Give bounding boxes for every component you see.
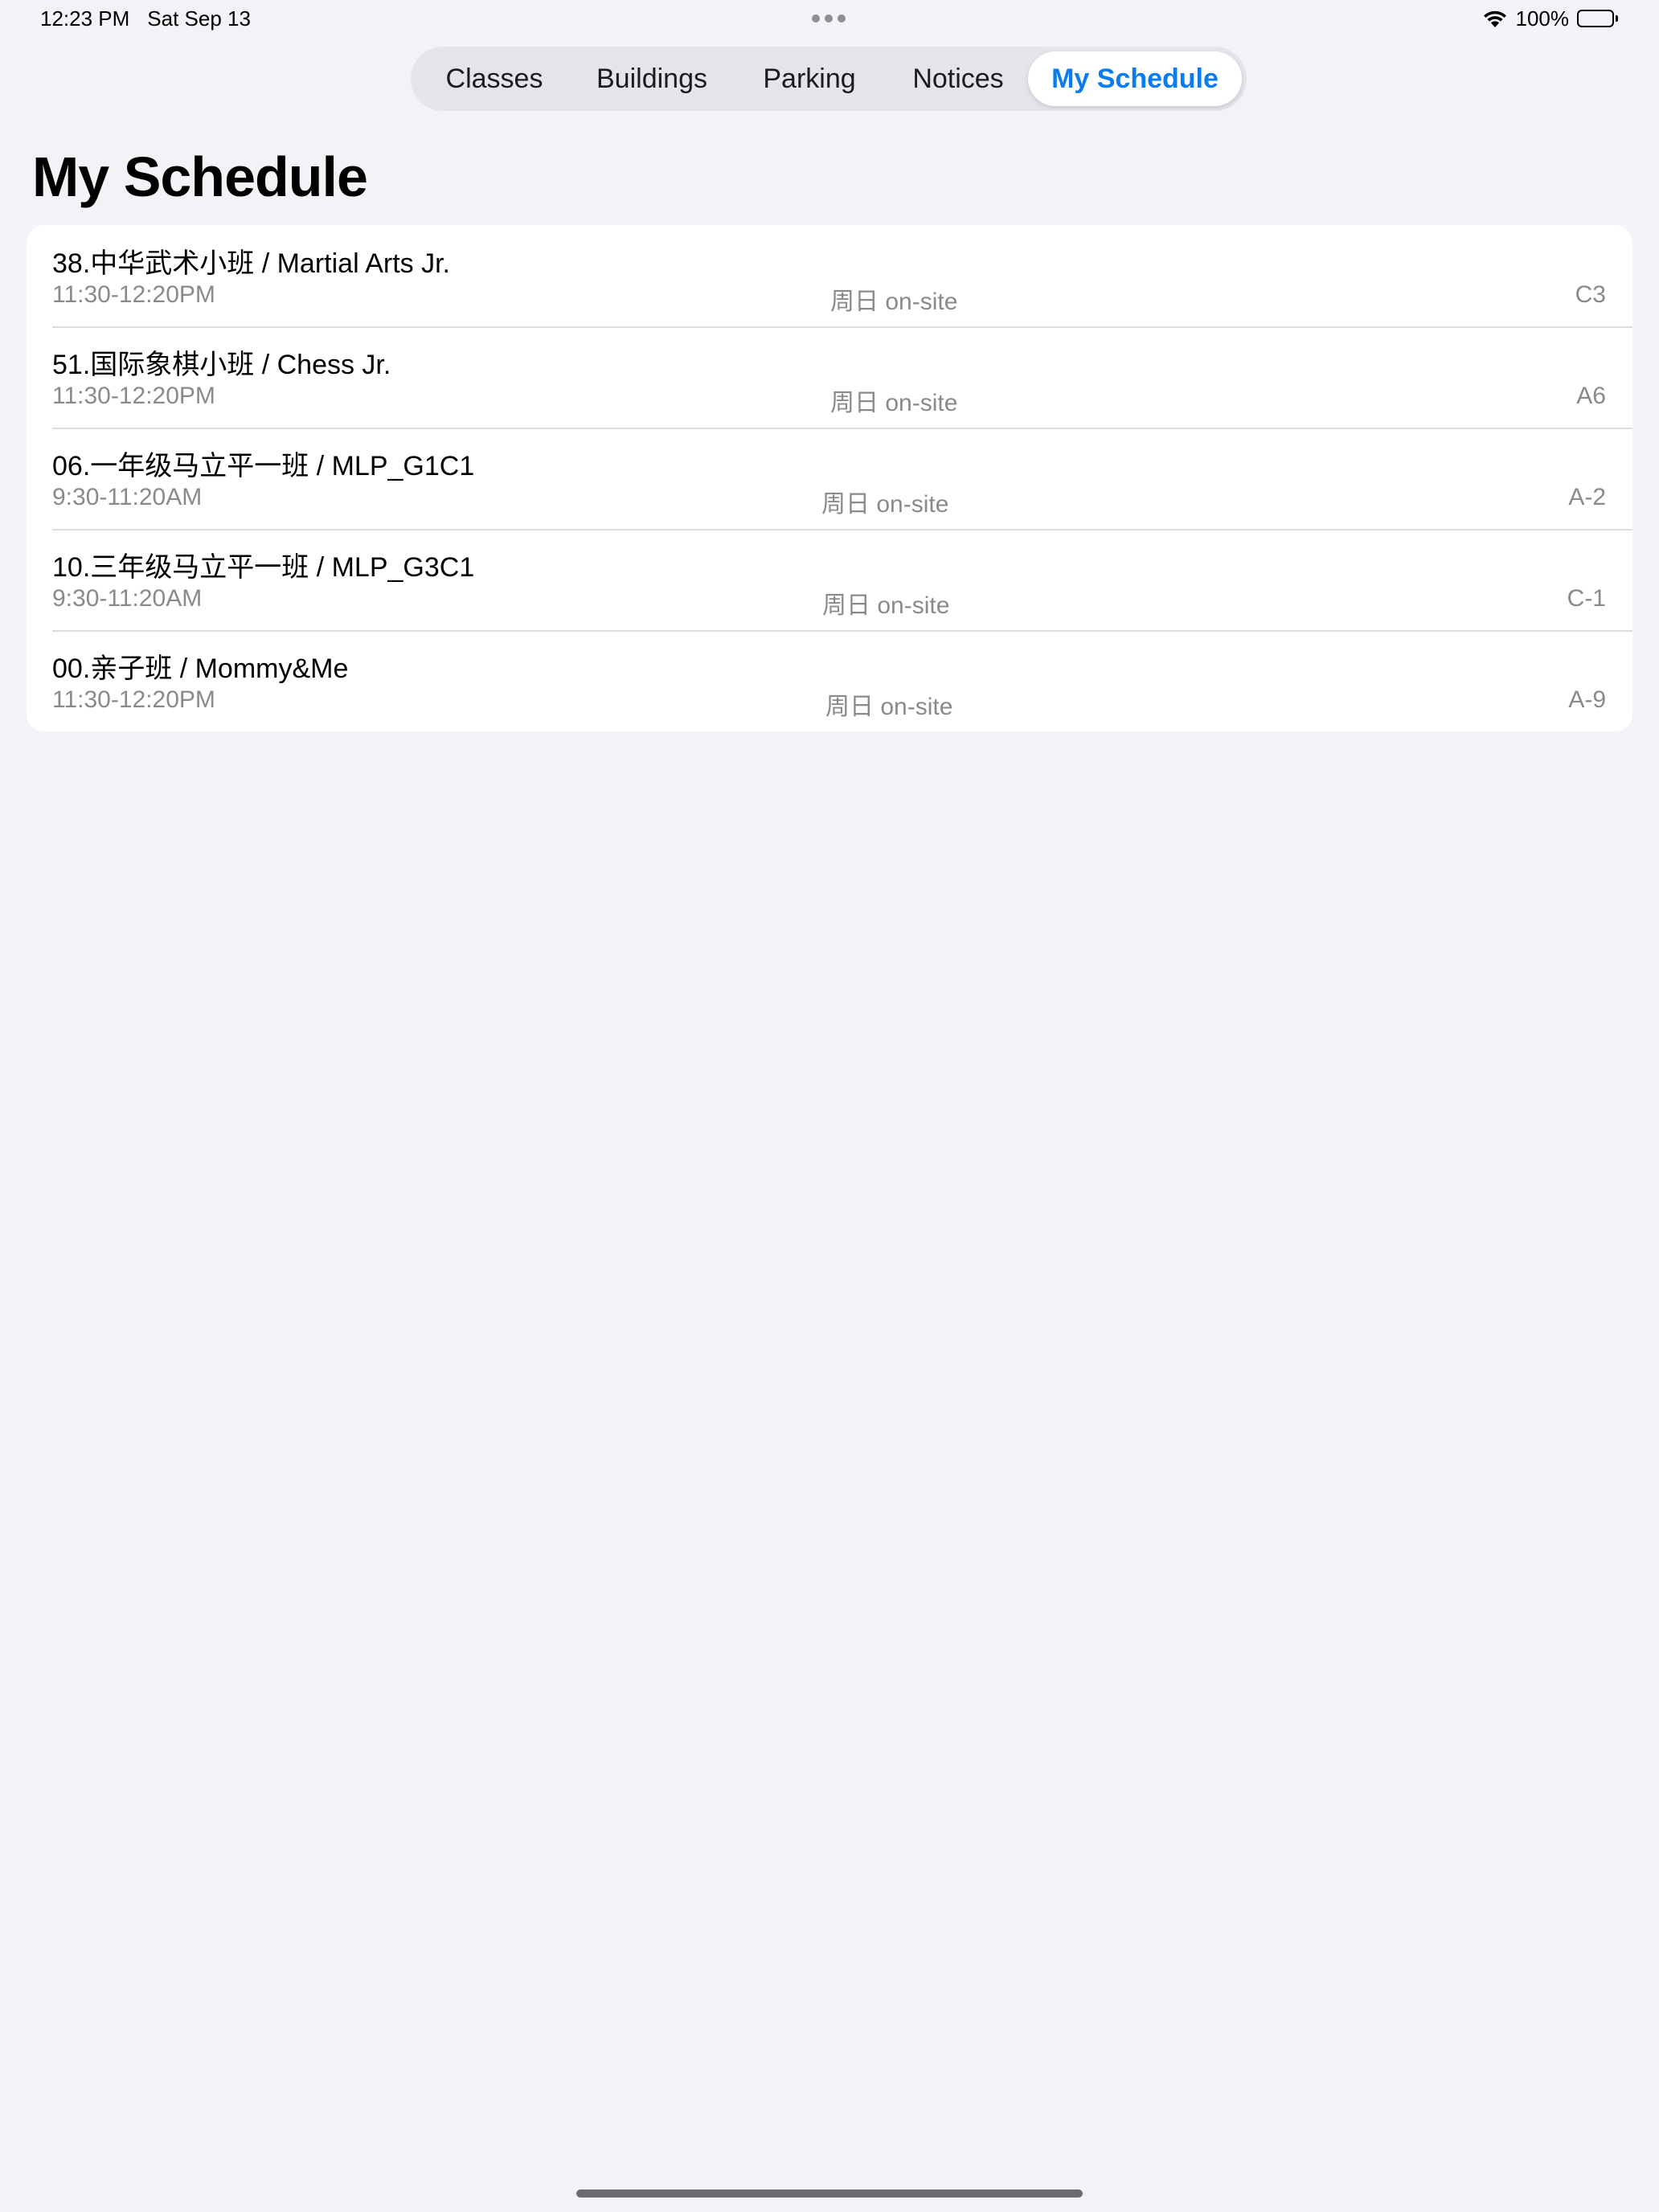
class-room: A-2	[1568, 484, 1606, 510]
class-time: 11:30-12:20PM	[52, 281, 215, 308]
tab-segmented-control: Classes Buildings Parking Notices My Sch…	[411, 47, 1247, 111]
class-time: 9:30-11:20AM	[52, 484, 203, 510]
class-room: A-9	[1568, 686, 1606, 713]
class-title: 00.亲子班 / Mommy&Me	[52, 653, 349, 684]
schedule-row[interactable]: 06.一年级马立平一班 / MLP_G1C1 9:30-11:20AM 周日 o…	[27, 428, 1632, 529]
schedule-row[interactable]: 10.三年级马立平一班 / MLP_G3C1 9:30-11:20AM 周日 o…	[27, 529, 1632, 630]
class-day: 周日 on-site	[822, 592, 950, 619]
tab-notices[interactable]: Notices	[888, 51, 1028, 106]
class-room: C3	[1575, 281, 1606, 308]
schedule-row[interactable]: 51.国际象棋小班 / Chess Jr. 11:30-12:20PM 周日 o…	[27, 326, 1632, 428]
class-room: C-1	[1567, 585, 1606, 612]
class-day: 周日 on-site	[830, 390, 958, 416]
class-day: 周日 on-site	[821, 491, 949, 518]
tab-classes[interactable]: Classes	[416, 51, 573, 106]
status-right: 100%	[1482, 6, 1620, 31]
class-time: 9:30-11:20AM	[52, 585, 203, 612]
tab-parking[interactable]: Parking	[731, 51, 888, 106]
wifi-icon	[1482, 10, 1508, 29]
schedule-row[interactable]: 00.亲子班 / Mommy&Me 11:30-12:20PM 周日 on-si…	[27, 630, 1632, 731]
schedule-row[interactable]: 38.中华武术小班 / Martial Arts Jr. 11:30-12:20…	[27, 225, 1632, 326]
tab-my-schedule[interactable]: My Schedule	[1028, 51, 1242, 106]
class-title: 51.国际象棋小班 / Chess Jr.	[52, 350, 391, 380]
more-dots-icon[interactable]	[812, 14, 846, 23]
status-bar: 12:23 PM Sat Sep 13 100%	[0, 0, 1659, 39]
class-time: 11:30-12:20PM	[52, 686, 215, 713]
class-room: A6	[1576, 383, 1606, 409]
tab-buildings[interactable]: Buildings	[573, 51, 731, 106]
status-time: 12:23 PM	[40, 6, 130, 31]
schedule-list: 38.中华武术小班 / Martial Arts Jr. 11:30-12:20…	[27, 225, 1632, 731]
status-date: Sat Sep 13	[147, 6, 251, 31]
class-title: 10.三年级马立平一班 / MLP_G3C1	[52, 552, 475, 583]
class-title: 06.一年级马立平一班 / MLP_G1C1	[52, 451, 475, 481]
class-time: 11:30-12:20PM	[52, 383, 215, 409]
class-title: 38.中华武术小班 / Martial Arts Jr.	[52, 248, 450, 279]
home-indicator[interactable]	[576, 2189, 1083, 2198]
class-day: 周日 on-site	[825, 694, 953, 720]
battery-icon	[1577, 9, 1619, 29]
page-title: My Schedule	[32, 145, 368, 208]
status-left: 12:23 PM Sat Sep 13	[40, 6, 251, 31]
class-day: 周日 on-site	[830, 289, 958, 315]
battery-percent: 100%	[1515, 6, 1570, 31]
